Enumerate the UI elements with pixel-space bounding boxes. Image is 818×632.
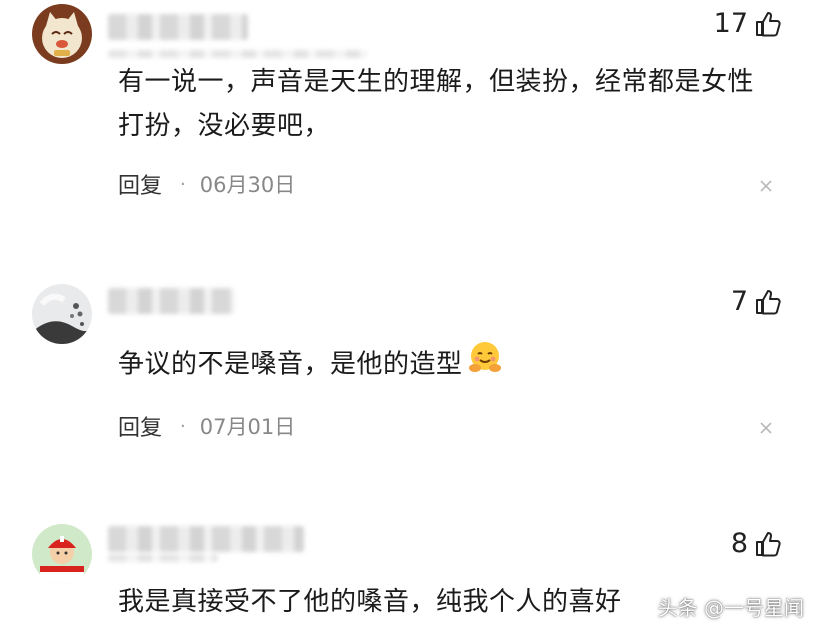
avatar[interactable] [32,284,92,344]
comment-meta: 回复 · 07月01日 [118,410,295,442]
avatar[interactable] [32,524,92,584]
hugging-face-emoji [467,340,503,390]
separator-dot: · [180,173,186,195]
like-count: 8 [730,528,748,559]
comment-text: 有一说一，声音是天生的理解，但装扮，经常都是女性打扮，没必要吧， [118,67,755,141]
comment-text: 争议的不是嗓音，是他的造型 [118,349,463,380]
username-blurred-secondary [108,554,218,562]
comment-item: 17 有一说一，声音是天生的理解，但装扮，经常都是女性打扮，没必要吧， 回复 ·… [0,0,818,220]
like-button[interactable]: 8 [731,528,782,559]
thumbs-up-icon[interactable] [754,10,782,38]
close-icon[interactable] [758,420,774,436]
username-blurred[interactable] [108,14,248,40]
like-button[interactable]: 7 [731,286,782,317]
close-icon[interactable] [758,178,774,194]
comment-date: 07月01日 [199,415,296,439]
comment-item: 7 争议的不是嗓音，是他的造型 回复 · 07月01日 [0,270,818,470]
like-count: 7 [730,286,748,317]
separator-dot: · [180,415,186,437]
reply-button[interactable]: 回复 [118,168,162,200]
like-count: 17 [713,8,748,39]
reply-button[interactable]: 回复 [118,410,162,442]
thumbs-up-icon[interactable] [754,288,782,316]
comment-text-row: 争议的不是嗓音，是他的造型 [118,340,778,390]
watermark: 头条 @一号星闻 [657,596,804,620]
like-button[interactable]: 17 [714,8,782,39]
thumbs-up-icon[interactable] [754,530,782,558]
comment-date: 06月30日 [199,173,296,197]
username-blurred[interactable] [108,288,234,314]
avatar[interactable] [32,4,92,64]
username-blurred-secondary [108,50,368,58]
username-blurred[interactable] [108,526,304,552]
comment-meta: 回复 · 06月30日 [118,168,295,200]
